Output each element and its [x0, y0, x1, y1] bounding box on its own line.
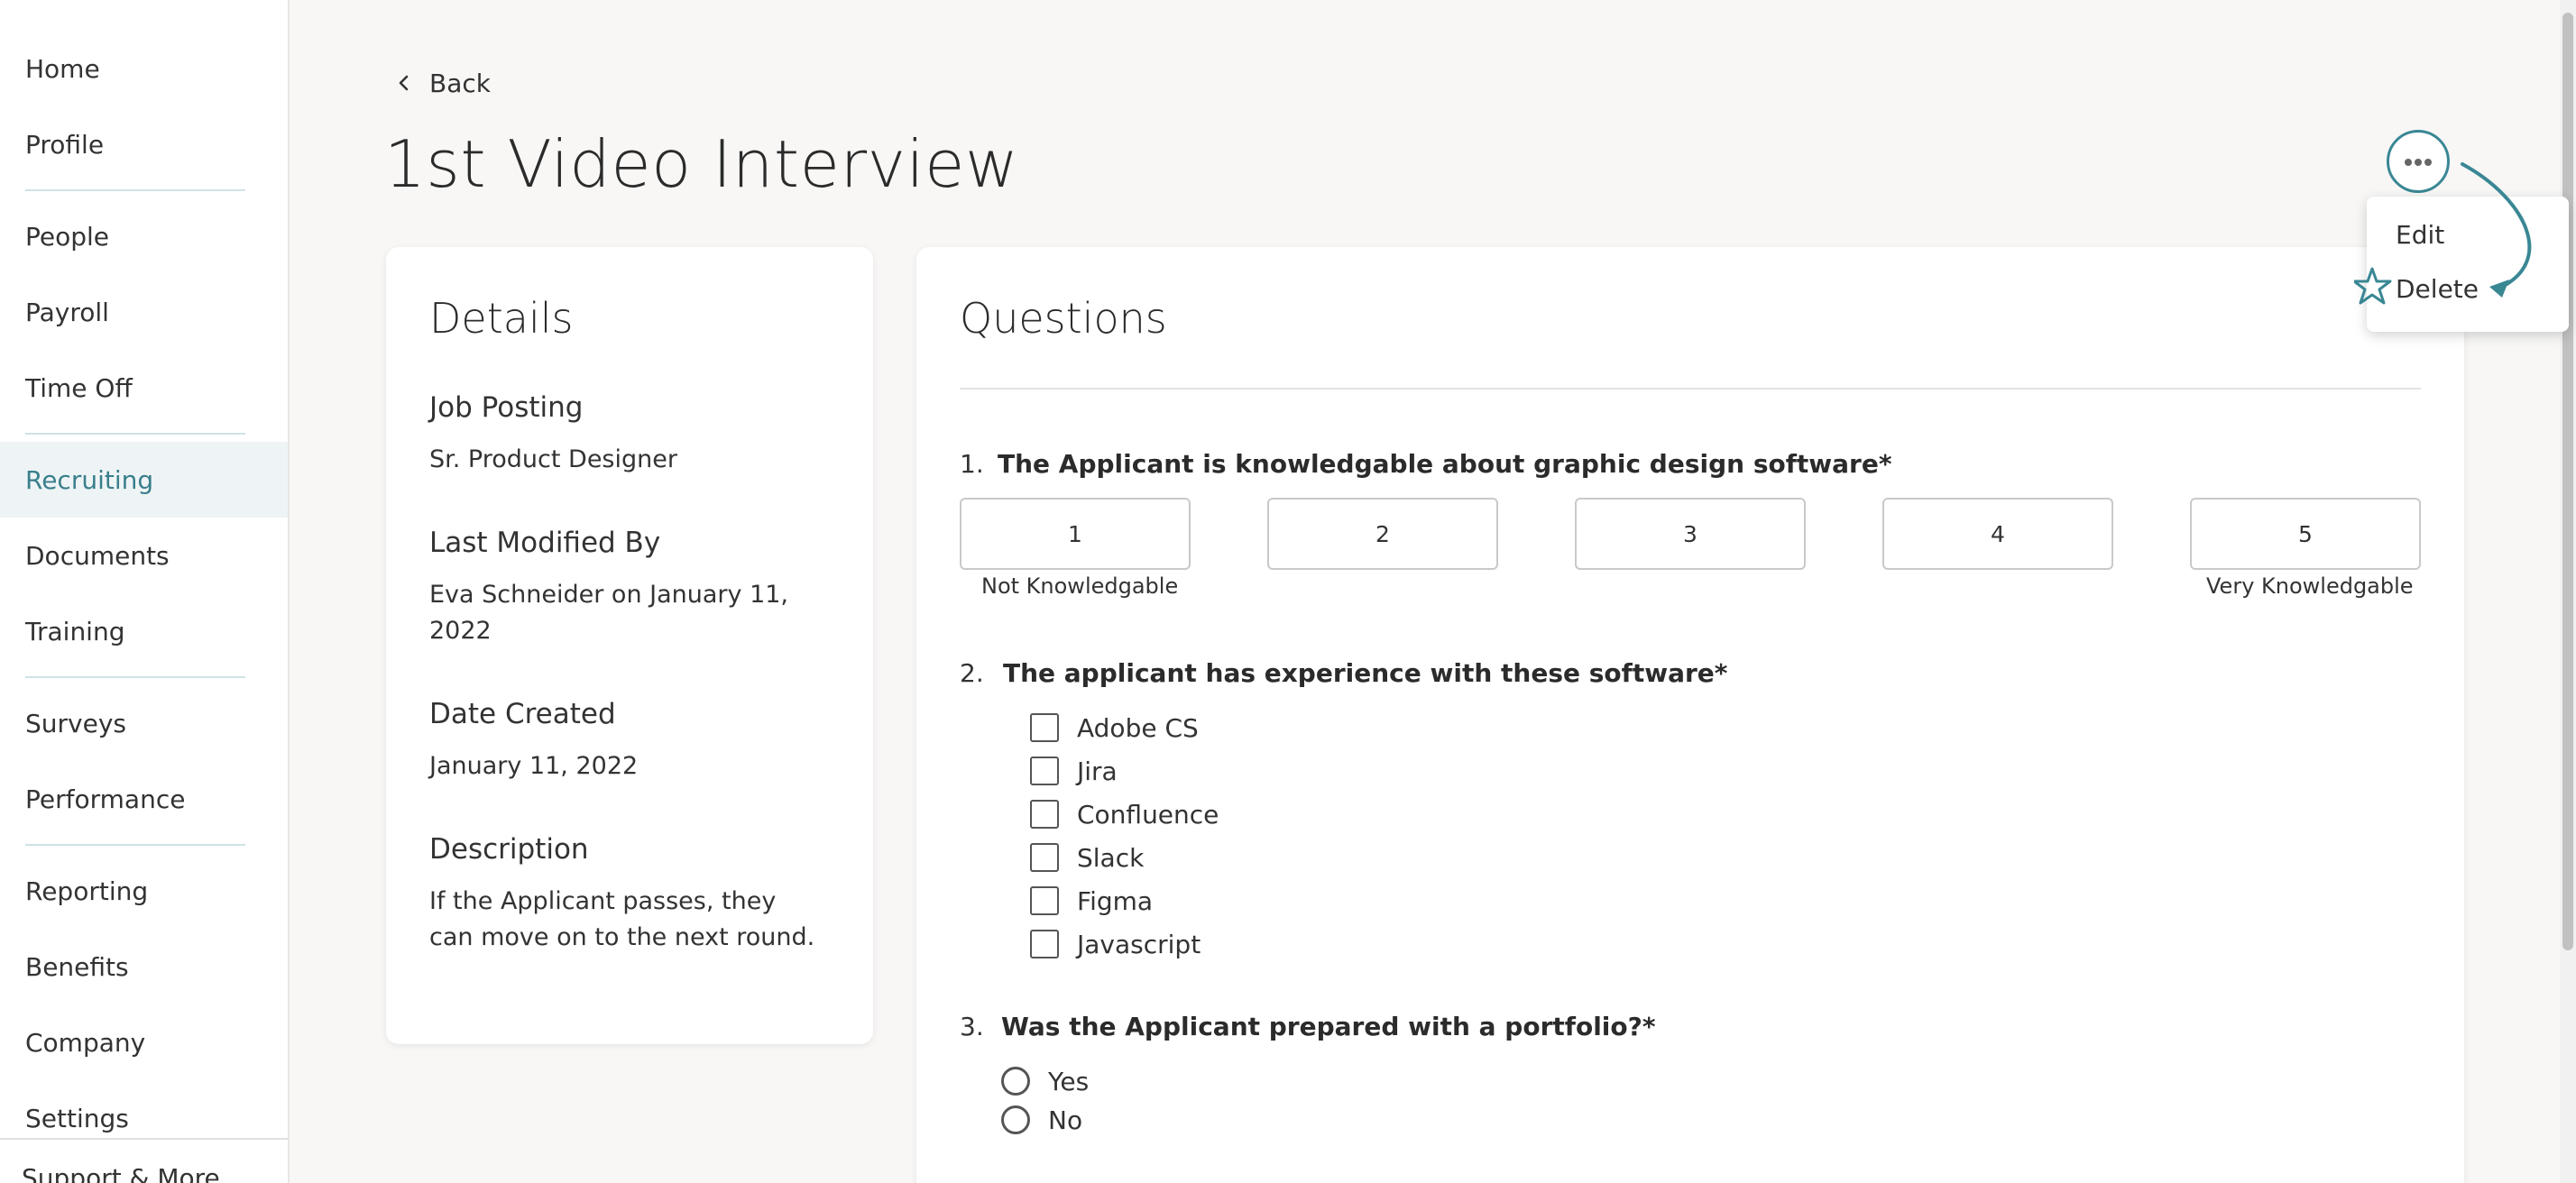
- checkbox-label: Adobe CS: [1077, 712, 1199, 743]
- checkbox-option[interactable]: Adobe CS: [1030, 712, 1199, 743]
- page-title: 1st Video Interview: [384, 126, 1019, 202]
- description-label: Description: [429, 833, 589, 866]
- checkbox[interactable]: [1030, 843, 1059, 872]
- sidebar-item-payroll[interactable]: Payroll: [0, 274, 288, 350]
- job-posting-value: Sr. Product Designer: [429, 445, 677, 473]
- chevron-left-icon: [395, 69, 413, 98]
- rating-max-label: Very Knowledgable: [2206, 573, 2414, 599]
- description-value: If the Applicant passes, they can move o…: [429, 887, 815, 951]
- sidebar-divider: [25, 676, 245, 678]
- checkbox-option[interactable]: Confluence: [1030, 799, 1219, 830]
- sidebar-item-performance[interactable]: Performance: [0, 761, 288, 837]
- sidebar-item-people[interactable]: People: [0, 198, 288, 274]
- checkbox-option[interactable]: Figma: [1030, 885, 1153, 916]
- date-created-value: January 11, 2022: [429, 752, 639, 780]
- more-options-button[interactable]: [2387, 130, 2450, 193]
- menu-item-delete[interactable]: Delete: [2396, 274, 2479, 304]
- sidebar: Home Profile People Payroll Time Off Rec…: [0, 0, 290, 1183]
- date-created-label: Date Created: [429, 698, 616, 730]
- rating-min-label: Not Knowledgable: [981, 573, 1179, 599]
- rating-option-5[interactable]: 5: [2190, 498, 2421, 570]
- sidebar-footer-divider: [0, 1138, 288, 1140]
- radio-label: Yes: [1048, 1066, 1090, 1096]
- checkbox[interactable]: [1030, 757, 1059, 785]
- radio-button[interactable]: [1001, 1105, 1030, 1134]
- radio-option[interactable]: Yes: [1001, 1066, 1089, 1096]
- checkbox-label: Jira: [1077, 756, 1118, 786]
- checkbox-label: Javascript: [1077, 929, 1201, 959]
- sidebar-item-documents[interactable]: Documents: [0, 518, 288, 593]
- question-3-text: Was the Applicant prepared with a portfo…: [1001, 1012, 1656, 1041]
- last-modified-label: Last Modified By: [429, 527, 661, 559]
- radio-option[interactable]: No: [1001, 1105, 1082, 1135]
- checkbox[interactable]: [1030, 800, 1059, 829]
- sidebar-divider: [25, 844, 245, 846]
- back-label: Back: [429, 68, 491, 98]
- checkbox-option[interactable]: Slack: [1030, 842, 1144, 873]
- sidebar-item-recruiting[interactable]: Recruiting: [0, 442, 288, 518]
- sidebar-item-settings[interactable]: Settings: [0, 1080, 288, 1156]
- checkbox[interactable]: [1030, 713, 1059, 742]
- radio-button[interactable]: [1001, 1067, 1030, 1096]
- checkbox[interactable]: [1030, 930, 1059, 958]
- sidebar-item-benefits[interactable]: Benefits: [0, 929, 288, 1004]
- options-menu: Edit Delete: [2367, 197, 2569, 332]
- questions-divider: [960, 388, 2421, 390]
- rating-option-3[interactable]: 3: [1575, 498, 1806, 570]
- rating-option-1[interactable]: 1: [960, 498, 1191, 570]
- sidebar-divider: [25, 433, 245, 435]
- sidebar-item-reporting[interactable]: Reporting: [0, 853, 288, 929]
- sidebar-item-training[interactable]: Training: [0, 593, 288, 669]
- sidebar-item-home[interactable]: Home: [0, 31, 288, 106]
- rating-option-2[interactable]: 2: [1267, 498, 1498, 570]
- sidebar-item-surveys[interactable]: Surveys: [0, 685, 288, 761]
- questions-card: Questions 1. The Applicant is knowledgab…: [916, 247, 2464, 1183]
- last-modified-value: Eva Schneider on January 11, 2022: [429, 581, 789, 645]
- checkbox[interactable]: [1030, 886, 1059, 915]
- sidebar-divider: [25, 189, 245, 191]
- question-3-number: 3.: [960, 1012, 984, 1041]
- checkbox-label: Figma: [1077, 885, 1154, 916]
- checkbox-option[interactable]: Jira: [1030, 756, 1118, 786]
- checkbox-option[interactable]: Javascript: [1030, 929, 1201, 959]
- checkbox-label: Confluence: [1077, 799, 1219, 830]
- checkbox-label: Slack: [1077, 842, 1145, 873]
- question-2-text: The applicant has experience with these …: [1003, 658, 1728, 688]
- back-link[interactable]: Back: [395, 65, 491, 101]
- questions-heading: Questions: [960, 294, 1167, 343]
- sidebar-item-profile[interactable]: Profile: [0, 106, 288, 182]
- question-1-text: The Applicant is knowledgable about grap…: [998, 449, 1892, 479]
- more-horizontal-icon: [2403, 153, 2433, 170]
- question-2-number: 2.: [960, 658, 984, 688]
- scrollbar-thumb[interactable]: [2562, 13, 2573, 950]
- question-1-number: 1.: [960, 449, 984, 479]
- sidebar-item-support[interactable]: Support & More: [22, 1163, 220, 1183]
- radio-label: No: [1048, 1105, 1083, 1135]
- job-posting-label: Job Posting: [429, 391, 584, 424]
- sidebar-item-time-off[interactable]: Time Off: [0, 350, 288, 426]
- rating-option-4[interactable]: 4: [1882, 498, 2113, 570]
- sidebar-item-company[interactable]: Company: [0, 1004, 288, 1080]
- details-card: Details Job Posting Sr. Product Designer…: [386, 247, 873, 1044]
- menu-item-edit[interactable]: Edit: [2396, 220, 2444, 250]
- details-heading: Details: [429, 294, 574, 343]
